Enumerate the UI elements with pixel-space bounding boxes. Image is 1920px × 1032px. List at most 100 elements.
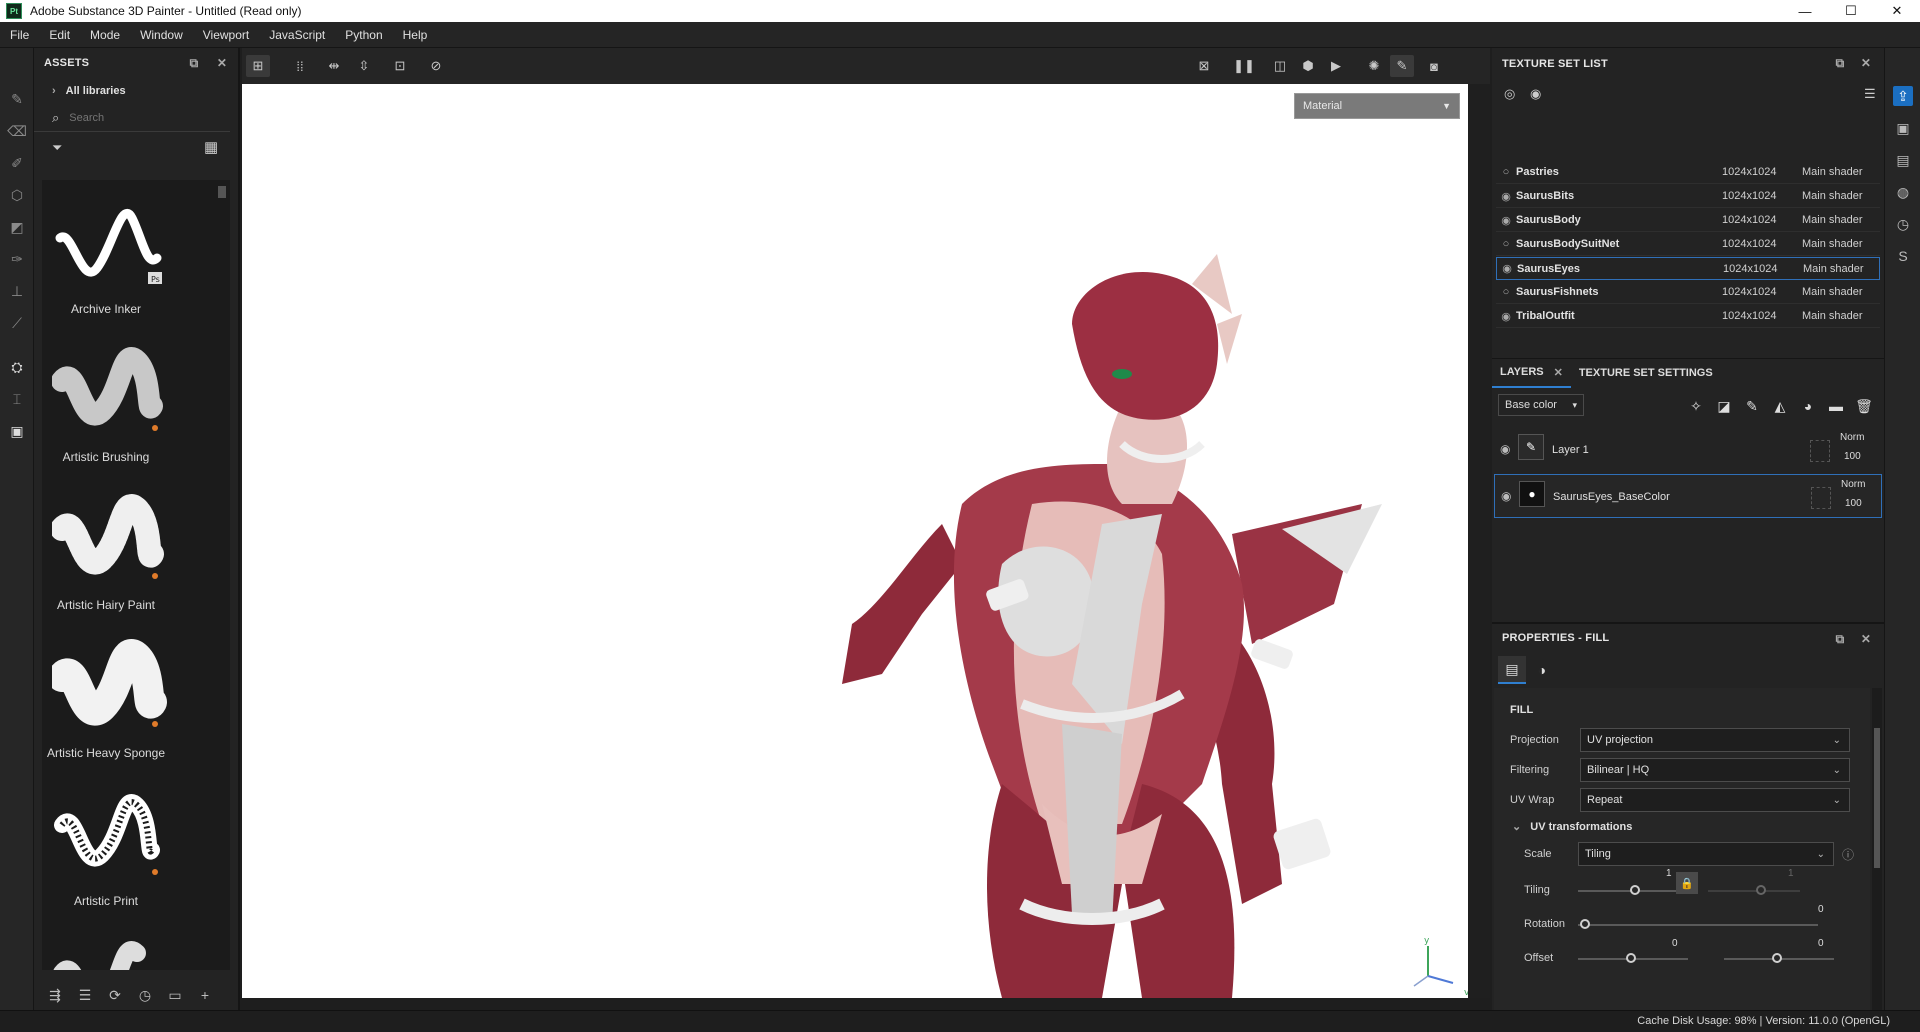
add-effect-icon[interactable]: ✧ [1686, 396, 1706, 416]
eye-icon[interactable]: ○ [1496, 286, 1516, 298]
scrollbar-thumb[interactable] [1874, 728, 1880, 868]
texture-set-resolution[interactable]: 1024x1024 [1722, 214, 1802, 226]
shelf-icon[interactable]: ▣ [1893, 118, 1913, 138]
close-button[interactable]: ✕ [1874, 0, 1920, 22]
eye-icon[interactable]: ◉ [1501, 489, 1511, 503]
layer-opacity[interactable]: 100 [1844, 451, 1861, 462]
split-view-icon[interactable]: ◫ [1268, 55, 1292, 77]
history-icon[interactable]: ◷ [1893, 214, 1913, 234]
filtering-select[interactable]: Bilinear | HQ ⌄ [1580, 758, 1850, 782]
texture-set-resolution[interactable]: 1024x1024 [1722, 286, 1802, 298]
symmetry-vertical-icon[interactable]: ⇳ [352, 55, 376, 77]
substance-icon[interactable]: S [1893, 246, 1913, 266]
rotation-slider-knob[interactable] [1580, 919, 1590, 929]
rotation-value[interactable]: 0 [1818, 904, 1824, 915]
geometry-mask-icon[interactable]: ⬡ [8, 186, 26, 204]
smudge-icon[interactable]: ✑ [8, 250, 26, 268]
texture-set-shader[interactable]: Main shader [1802, 286, 1863, 298]
refresh-icon[interactable]: ⟳ [100, 980, 130, 1010]
texture-set-resolution[interactable]: 1024x1024 [1723, 263, 1803, 275]
delete-icon[interactable]: 🗑 [1854, 396, 1874, 416]
scale-select[interactable]: Tiling ⌄ [1578, 842, 1834, 866]
clone-stamp-icon[interactable]: ⊥ [8, 282, 26, 300]
list-view-icon[interactable]: ☰ [70, 980, 100, 1010]
add-icon[interactable]: + [190, 980, 220, 1010]
texture-set-row[interactable]: ○ SaurusFishnets 1024x1024 Main shader [1496, 281, 1880, 304]
add-frame-icon[interactable]: ⊡ [388, 55, 412, 77]
undock-icon[interactable]: ⧉ [1832, 55, 1848, 71]
add-fill-layer-icon[interactable]: ◭ [1770, 396, 1790, 416]
hide-all-icon[interactable]: ◎ [1504, 86, 1515, 102]
offset-x-value[interactable]: 0 [1672, 938, 1678, 949]
uv-grid-icon[interactable]: ⊞ [246, 55, 270, 77]
layer-mask-slot[interactable] [1811, 487, 1831, 509]
3d-viewport[interactable]: v y [242, 84, 1468, 998]
maximize-button[interactable]: ☐ [1828, 0, 1874, 22]
menu-help[interactable]: Help [393, 28, 438, 42]
cube-view-icon[interactable]: ⬢ [1296, 55, 1320, 77]
pause-icon[interactable]: ❚❚ [1232, 55, 1256, 77]
layer-opacity[interactable]: 100 [1845, 498, 1862, 509]
close-icon[interactable]: ✕ [1858, 631, 1874, 647]
brush-tool-icon[interactable]: ✎ [1390, 55, 1414, 77]
texture-set-shader[interactable]: Main shader [1802, 166, 1863, 178]
share-icon[interactable]: ⇪ [1893, 86, 1913, 106]
bake-icon[interactable]: ⛭ [8, 358, 26, 376]
texture-set-row[interactable]: ◉ TribalOutfit 1024x1024 Main shader [1496, 305, 1880, 328]
close-icon[interactable]: ✕ [214, 55, 230, 71]
menu-python[interactable]: Python [335, 28, 392, 42]
tab-layers[interactable]: LAYERS ✕ [1492, 358, 1571, 388]
measure-icon[interactable]: ⌶ [8, 390, 26, 408]
polygon-fill-icon[interactable]: ◩ [8, 218, 26, 236]
eye-icon[interactable]: ○ [1496, 238, 1516, 250]
library-selector[interactable]: › All libraries [34, 78, 238, 104]
menu-viewport[interactable]: Viewport [193, 28, 259, 42]
filter-icon[interactable]: ⏷ [52, 140, 62, 156]
texture-set-row[interactable]: ◉ SaurusBits 1024x1024 Main shader [1496, 185, 1880, 208]
uv-transformations-toggle[interactable]: ⌄ UV transformations [1512, 820, 1632, 833]
texture-set-shader[interactable]: Main shader [1802, 214, 1863, 226]
search-input[interactable] [69, 111, 200, 124]
lock-icon[interactable]: 🔒 [1676, 872, 1698, 894]
texture-set-row[interactable]: ○ SaurusBodySuitNet 1024x1024 Main shader [1496, 233, 1880, 256]
eraser-icon[interactable]: ⌫ [7, 122, 27, 140]
projection-icon[interactable]: ✐ [8, 154, 26, 172]
texture-set-resolution[interactable]: 1024x1024 [1722, 190, 1802, 202]
texture-set-shader[interactable]: Main shader [1803, 263, 1864, 275]
menu-javascript[interactable]: JavaScript [259, 28, 335, 42]
tiling-value[interactable]: 1 [1666, 868, 1672, 879]
close-icon[interactable]: ✕ [1554, 366, 1563, 379]
screenshot-icon[interactable]: ◙ [1422, 55, 1446, 77]
add-mask-icon[interactable]: ◪ [1714, 396, 1734, 416]
texture-set-row[interactable]: ◉ SaurusBody 1024x1024 Main shader [1496, 209, 1880, 232]
brush-item[interactable]: Artistic Hairy Paint [42, 476, 222, 624]
eye-icon[interactable]: ◉ [1500, 442, 1510, 456]
add-smart-material-icon[interactable]: ◕ [1798, 396, 1818, 416]
uvwrap-select[interactable]: Repeat ⌄ [1580, 788, 1850, 812]
tiling-slider2-track[interactable] [1708, 890, 1800, 892]
eye-icon[interactable]: ◉ [1496, 214, 1516, 227]
menu-mode[interactable]: Mode [80, 28, 130, 42]
paint-brush-icon[interactable]: ✎ [8, 90, 26, 108]
texture-set-resolution[interactable]: 1024x1024 [1722, 310, 1802, 322]
texture-set-resolution[interactable]: 1024x1024 [1722, 238, 1802, 250]
undock-icon[interactable]: ⧉ [1832, 631, 1848, 647]
menu-icon[interactable]: ☰ [1864, 86, 1876, 102]
texture-set-row[interactable]: ○ Pastries 1024x1024 Main shader [1496, 161, 1880, 184]
brush-item[interactable]: Artistic Heavy Sponge [42, 624, 222, 772]
minimize-button[interactable]: — [1782, 0, 1828, 22]
camera-reset-icon[interactable]: ⊘ [424, 55, 448, 77]
info-icon[interactable]: ⓘ [1842, 846, 1854, 863]
grid-view-icon[interactable]: ▦ [204, 138, 218, 156]
spray-icon[interactable]: ✺ [1362, 55, 1386, 77]
tiles-icon[interactable]: ⁞⁞ [288, 55, 312, 77]
add-paint-layer-icon[interactable]: ✎ [1742, 396, 1762, 416]
viewport-scrollbar[interactable] [1468, 84, 1490, 998]
tiling-value-secondary[interactable]: 1 [1788, 868, 1794, 879]
undock-icon[interactable]: ⧉ [186, 55, 202, 71]
properties-scrollbar[interactable] [1872, 688, 1882, 1010]
log-icon[interactable]: ▤ [1893, 150, 1913, 170]
add-folder-icon[interactable]: ▬ [1826, 396, 1846, 416]
globe-icon[interactable]: ◍ [1893, 182, 1913, 202]
brush-item[interactable]: Artistic Brushing [42, 328, 222, 476]
